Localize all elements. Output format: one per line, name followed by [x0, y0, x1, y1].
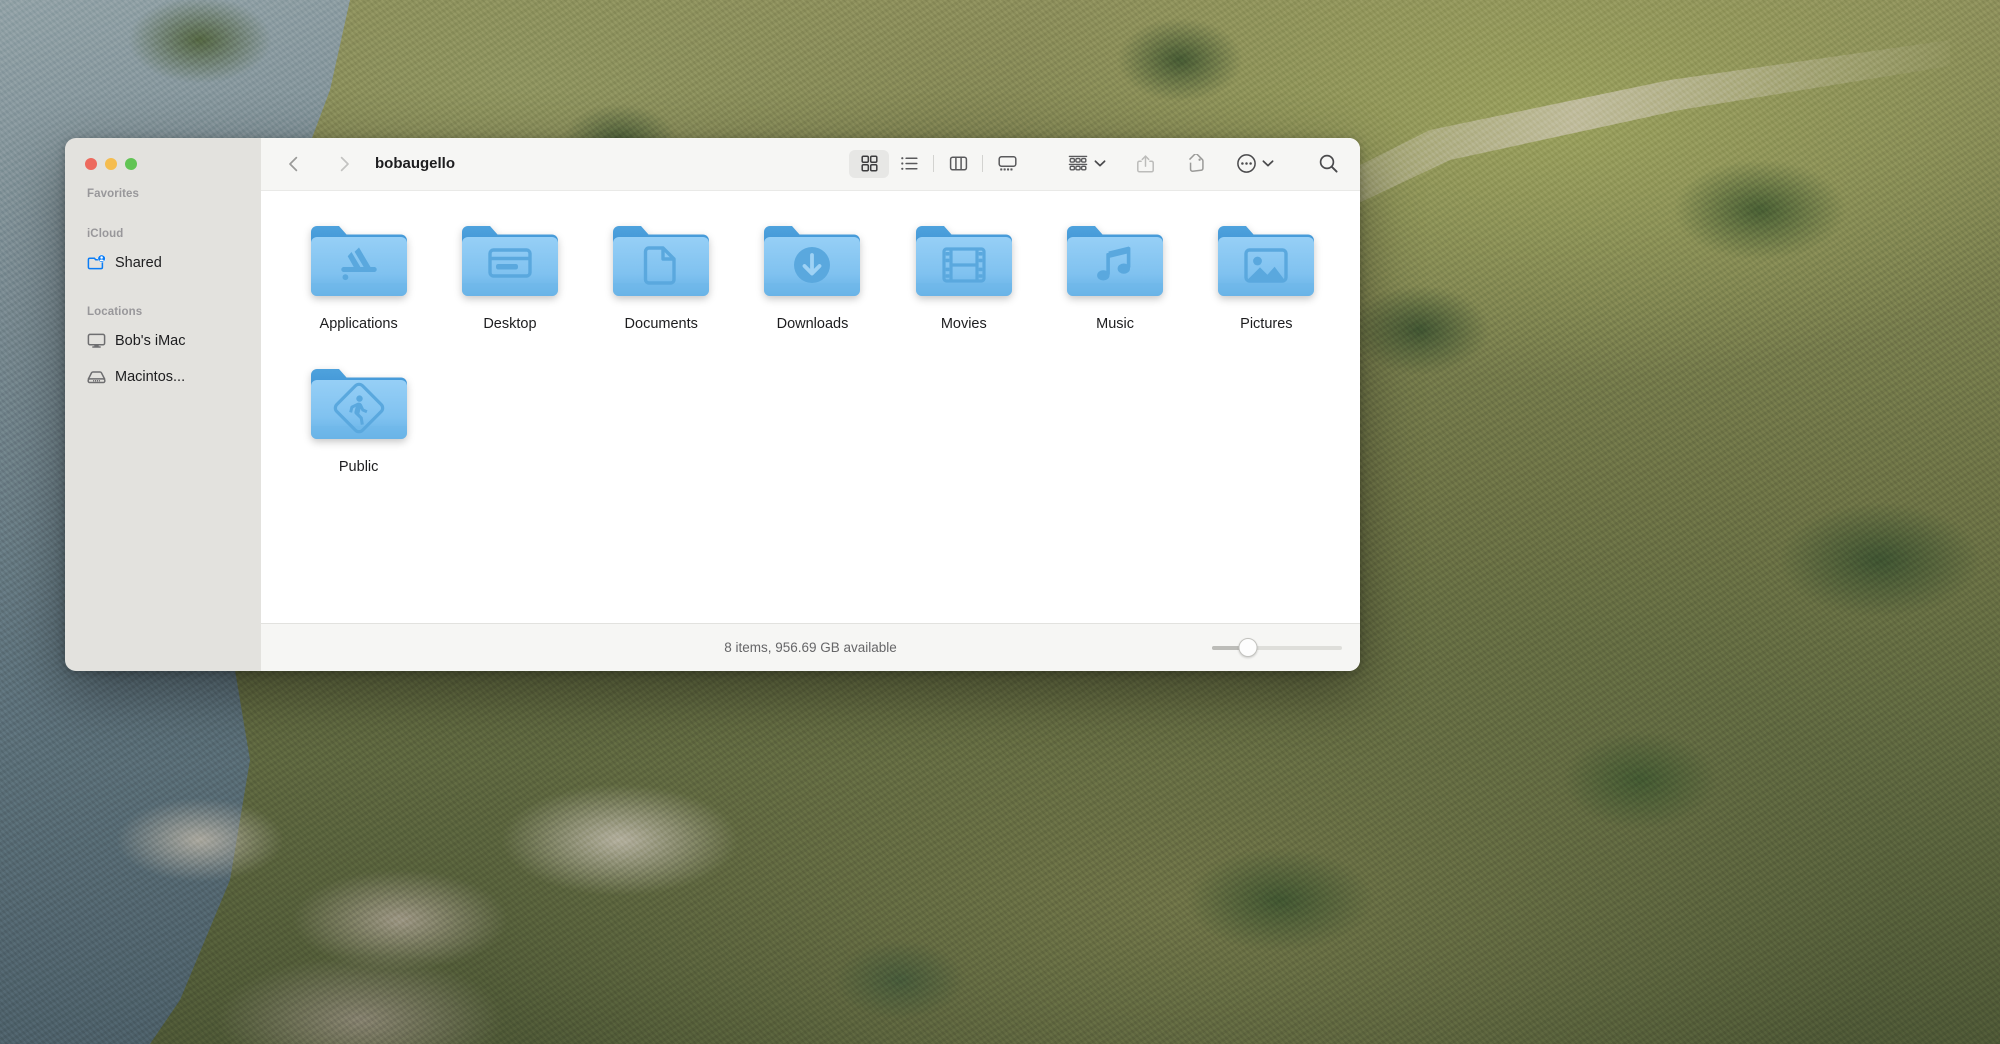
- file-item-downloads[interactable]: Downloads: [737, 213, 888, 332]
- view-mode-group: [849, 149, 1027, 178]
- search-button[interactable]: [1314, 149, 1343, 179]
- toolbar-divider: [933, 155, 934, 172]
- documents-folder-icon: [609, 213, 713, 309]
- sidebar-item-bobs-imac[interactable]: Bob's iMac: [79, 327, 251, 354]
- file-item-pictures[interactable]: Pictures: [1191, 213, 1342, 332]
- icon-grid: Applications Desktop Documents Downloads…: [283, 213, 1342, 475]
- chevron-down-icon: [1094, 156, 1106, 171]
- file-item-documents[interactable]: Documents: [586, 213, 737, 332]
- file-item-movies[interactable]: Movies: [888, 213, 1039, 332]
- share-button[interactable]: [1132, 149, 1159, 179]
- sidebar-item-label: Bob's iMac: [115, 332, 186, 349]
- toolbar: bobaugello: [261, 138, 1360, 190]
- status-text: 8 items, 956.69 GB available: [724, 640, 897, 655]
- sidebar-item-macintosh-hd[interactable]: Macintos...: [79, 363, 251, 390]
- sidebar-section-locations: Locations: [87, 306, 143, 318]
- shared-folder-icon: [87, 253, 106, 272]
- file-item-applications[interactable]: Applications: [283, 213, 434, 332]
- file-item-label: Downloads: [776, 316, 849, 332]
- zoom-button[interactable]: [125, 158, 137, 170]
- icon-size-slider[interactable]: [1212, 637, 1342, 659]
- list-view-button[interactable]: [889, 150, 929, 178]
- column-view-button[interactable]: [938, 150, 978, 178]
- file-item-label: Desktop: [483, 316, 537, 332]
- page-title: bobaugello: [375, 155, 455, 172]
- sidebar-item-label: Macintos...: [115, 368, 186, 385]
- applications-folder-icon: [307, 213, 411, 309]
- back-button[interactable]: [279, 149, 309, 179]
- public-folder-icon: [307, 356, 411, 452]
- file-item-label: Applications: [319, 316, 398, 332]
- hard-drive-icon: [87, 367, 106, 386]
- group-button[interactable]: [1063, 149, 1110, 179]
- more-options-button[interactable]: [1232, 149, 1278, 179]
- minimize-button[interactable]: [105, 158, 117, 170]
- tags-button[interactable]: [1181, 149, 1210, 179]
- music-folder-icon: [1063, 213, 1167, 309]
- file-item-label: Movies: [940, 316, 987, 332]
- sidebar-item-shared[interactable]: Shared: [79, 249, 251, 276]
- downloads-folder-icon: [760, 213, 864, 309]
- file-item-music[interactable]: Music: [1039, 213, 1190, 332]
- chevron-down-icon: [1262, 156, 1274, 171]
- sidebar-section-favorites: Favorites: [87, 188, 140, 200]
- desktop-folder-icon: [458, 213, 562, 309]
- close-button[interactable]: [85, 158, 97, 170]
- file-item-label: Documents: [624, 316, 698, 332]
- status-bar: 8 items, 956.69 GB available: [261, 623, 1360, 671]
- window-controls: [65, 138, 261, 190]
- file-item-public[interactable]: Public: [283, 356, 434, 475]
- sidebar-section-icloud: iCloud: [87, 228, 124, 240]
- toolbar-divider: [982, 155, 983, 172]
- sidebar: Favorites iCloud Shared Locations Bob's …: [65, 138, 261, 671]
- file-browser-content[interactable]: Applications Desktop Documents Downloads…: [261, 190, 1360, 623]
- sidebar-item-label: Shared: [115, 254, 162, 271]
- gallery-view-button[interactable]: [987, 150, 1027, 178]
- file-item-label: Music: [1096, 316, 1134, 332]
- main-pane: bobaugello Applications Desktop Document…: [261, 138, 1360, 671]
- forward-button[interactable]: [329, 149, 359, 179]
- file-item-label: Public: [338, 459, 379, 475]
- slider-knob[interactable]: [1238, 638, 1258, 657]
- file-item-label: Pictures: [1240, 316, 1293, 332]
- desktop-wallpaper: Favorites iCloud Shared Locations Bob's …: [0, 0, 2000, 1044]
- display-icon: [87, 331, 106, 350]
- finder-window[interactable]: Favorites iCloud Shared Locations Bob's …: [65, 138, 1360, 671]
- movies-folder-icon: [912, 213, 1016, 309]
- pictures-folder-icon: [1214, 213, 1318, 309]
- icon-view-button[interactable]: [849, 149, 889, 178]
- file-item-desktop[interactable]: Desktop: [434, 213, 585, 332]
